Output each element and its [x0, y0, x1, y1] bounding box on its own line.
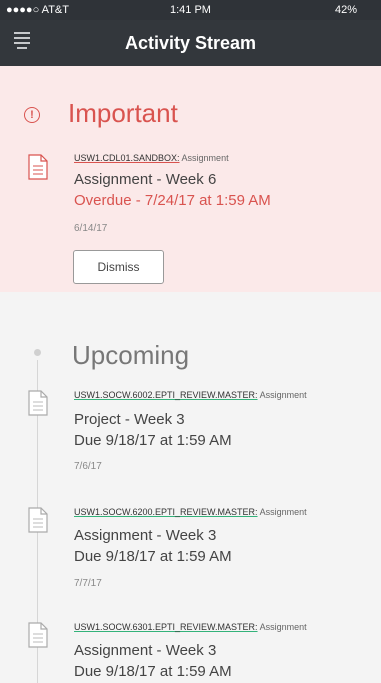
item-due: Due 9/18/17 at 1:59 AM: [74, 663, 232, 680]
course-code-link[interactable]: USW1.SOCW.6002.EPTI_REVIEW.MASTER:: [74, 390, 258, 400]
due-date: - 7/24/17 at 1:59 AM: [131, 192, 271, 209]
course-label: USW1.SOCW.6301.EPTI_REVIEW.MASTER: Assig…: [74, 622, 307, 632]
dismiss-button[interactable]: Dismiss: [73, 250, 164, 284]
timeline-dot: [34, 349, 41, 356]
overdue-label: Overdue: [74, 192, 132, 209]
item-type: Assignment: [259, 507, 307, 517]
page-title: Activity Stream: [124, 33, 257, 53]
nav-bar: Activity Stream: [0, 20, 381, 66]
battery-level: 42%: [335, 4, 358, 16]
item-posted-date: 6/14/17: [74, 223, 108, 234]
document-icon: [28, 622, 48, 648]
document-icon: [28, 390, 48, 416]
section-title-upcoming: Upcoming: [72, 340, 190, 370]
item-title[interactable]: Project - Week 3: [74, 411, 185, 428]
section-title-important: Important: [68, 98, 178, 128]
course-label: USW1.SOCW.6002.EPTI_REVIEW.MASTER: Assig…: [74, 390, 307, 400]
clock: 1:41 PM: [170, 4, 211, 16]
course-code-link[interactable]: USW1.SOCW.6301.EPTI_REVIEW.MASTER:: [74, 622, 258, 632]
carrier-label: ●●●●○ AT&T: [6, 4, 69, 16]
course-label: USW1.CDL01.SANDBOX: Assignment: [74, 153, 229, 163]
item-title[interactable]: Assignment - Week 6: [74, 171, 216, 188]
status-bar: ●●●●○ AT&T 1:41 PM 42%: [0, 0, 381, 20]
course-code-link[interactable]: USW1.SOCW.6200.EPTI_REVIEW.MASTER:: [74, 507, 258, 517]
item-title[interactable]: Assignment - Week 3: [74, 642, 216, 659]
item-posted-date: 7/6/17: [74, 461, 102, 472]
course-label: USW1.SOCW.6200.EPTI_REVIEW.MASTER: Assig…: [74, 507, 307, 517]
item-due: Overdue - 7/24/17 at 1:59 AM: [74, 192, 271, 209]
item-due: Due 9/18/17 at 1:59 AM: [74, 432, 232, 449]
item-type: Assignment: [181, 153, 229, 163]
item-posted-date: 7/7/17: [74, 578, 102, 589]
course-code-link[interactable]: USW1.CDL01.SANDBOX:: [74, 153, 180, 163]
item-title[interactable]: Assignment - Week 3: [74, 527, 216, 544]
important-section: ! Important USW1.CDL01.SANDBOX: Assignme…: [0, 66, 381, 292]
document-icon: [28, 154, 48, 180]
alert-icon: !: [24, 107, 40, 123]
item-type: Assignment: [259, 622, 307, 632]
item-due: Due 9/18/17 at 1:59 AM: [74, 548, 232, 565]
item-type: Assignment: [259, 390, 307, 400]
document-icon: [28, 507, 48, 533]
